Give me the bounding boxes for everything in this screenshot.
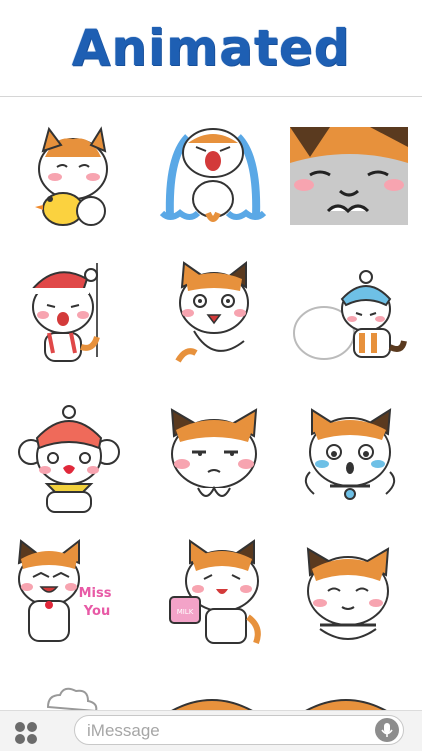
sticker-cell-1[interactable] bbox=[5, 117, 135, 233]
cat-sticker bbox=[18, 405, 120, 513]
imessage-input[interactable]: iMessage bbox=[74, 715, 404, 745]
sticker-cell-3[interactable] bbox=[290, 127, 408, 225]
app-header: Animated bbox=[0, 0, 422, 97]
cat-sticker bbox=[35, 126, 108, 226]
cat-sticker bbox=[170, 408, 258, 497]
sticker-cell-14[interactable] bbox=[162, 687, 262, 710]
miss-you-text: Miss bbox=[79, 586, 112, 601]
page-title: Animated bbox=[71, 19, 351, 77]
cat-sticker: MILK bbox=[169, 539, 261, 645]
microphone-icon[interactable] bbox=[375, 718, 399, 742]
apps-grid-icon[interactable] bbox=[14, 721, 38, 745]
sticker-cell-4[interactable] bbox=[5, 257, 135, 373]
message-bar: iMessage bbox=[0, 710, 422, 751]
sticker-cell-12[interactable] bbox=[290, 537, 420, 653]
sticker-cell-11[interactable]: MILK bbox=[148, 537, 278, 653]
sticker-cell-15[interactable] bbox=[296, 687, 396, 710]
cat-sticker bbox=[306, 547, 390, 640]
sticker-cell-5[interactable] bbox=[148, 257, 278, 373]
sticker-cell-7[interactable] bbox=[5, 402, 135, 518]
cat-sticker: Miss You bbox=[17, 538, 112, 642]
sticker-cell-10[interactable]: Miss You bbox=[5, 537, 135, 653]
cat-sticker bbox=[171, 699, 253, 710]
cat-sticker bbox=[175, 260, 249, 363]
cat-sticker bbox=[304, 408, 396, 500]
sticker-cell-2[interactable] bbox=[148, 117, 278, 233]
sticker-cell-6[interactable] bbox=[290, 257, 420, 373]
cat-sticker bbox=[159, 128, 267, 222]
milk-mug-label: MILK bbox=[177, 608, 194, 616]
sticker-grid: Miss You MILK bbox=[0, 97, 422, 710]
cat-sticker bbox=[46, 687, 98, 710]
cat-sticker bbox=[305, 699, 387, 710]
sticker-cell-9[interactable] bbox=[290, 402, 420, 518]
sticker-cell-13[interactable] bbox=[28, 677, 108, 710]
sticker-cell-8[interactable] bbox=[148, 402, 278, 518]
miss-you-text: You bbox=[83, 604, 110, 619]
cat-sticker bbox=[293, 270, 407, 360]
imessage-placeholder: iMessage bbox=[87, 721, 160, 740]
cat-sticker bbox=[290, 127, 408, 225]
cat-sticker bbox=[28, 263, 100, 362]
